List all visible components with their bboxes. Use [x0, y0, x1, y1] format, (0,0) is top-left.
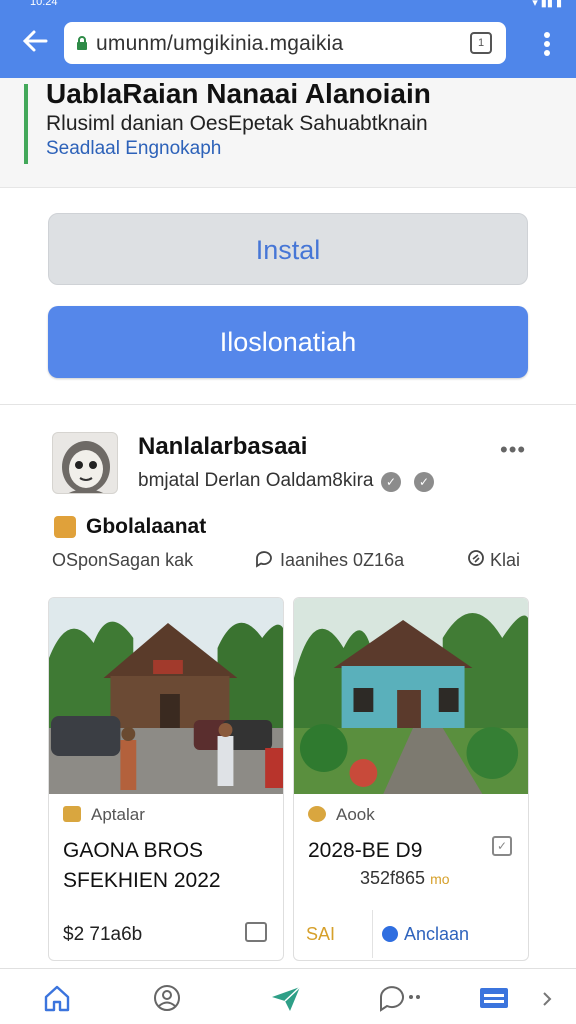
browser-toolbar: umunm/umgikinia.mgaikia 1 [0, 10, 576, 78]
listing-photo [49, 598, 283, 794]
profile-name[interactable]: Nanlalarbasaai [138, 433, 307, 461]
category-icon [308, 806, 326, 822]
section-divider [0, 404, 576, 405]
page-subtitle: Rlusiml danian OesEpetak Sahuabtknain [46, 112, 428, 135]
developer-link[interactable]: Seadlaal Engnokaph [46, 138, 221, 160]
primary-action-button[interactable]: Iloslonatiah [48, 306, 528, 378]
tab-switcher-button[interactable]: 1 [470, 32, 492, 54]
card-amount-value: 352f865 [360, 868, 426, 888]
status-time: 10:24 [30, 0, 58, 8]
lock-icon [76, 36, 88, 50]
back-arrow-icon[interactable] [20, 26, 50, 56]
avatar-illustration [62, 441, 110, 493]
meta-share[interactable]: Klai [490, 550, 520, 571]
address-bar[interactable]: umunm/umgikinia.mgaikia 1 [64, 22, 506, 64]
share-icon [466, 549, 486, 574]
profile-icon[interactable] [152, 983, 184, 1013]
verified-icon: ✓ [414, 472, 434, 492]
bottom-navigation [0, 968, 576, 1024]
card-category: Aook [336, 805, 375, 824]
section-title: Gbolalaanat [86, 515, 207, 538]
meta-comments[interactable]: Iaanihes 0Z16a [280, 550, 404, 571]
avatar[interactable] [52, 432, 118, 494]
send-icon[interactable] [270, 983, 302, 1013]
card-price: $2 71a6b [63, 924, 143, 945]
card-category: Aptalar [91, 805, 145, 824]
accent-rule [24, 84, 28, 164]
calendar-icon[interactable] [245, 922, 267, 942]
sale-label: SAI [306, 924, 336, 944]
status-bar: 10:24 ▾ ▮▮ ▮ [0, 0, 576, 10]
category-icon [63, 806, 81, 822]
listing-card[interactable]: Aptalar GAONA BROS SFEKHIEN 2022 $2 71a6… [48, 597, 284, 961]
more-options-icon[interactable]: ••• [500, 437, 526, 463]
checkbox-icon[interactable]: ✓ [492, 836, 512, 856]
enlist-label: Anclaan [404, 924, 470, 944]
menu-list-icon[interactable] [478, 983, 510, 1013]
card-title: 2028-BE D9 [308, 839, 423, 862]
status-icons: ▾ ▮▮ ▮ [532, 0, 562, 9]
card-title: GAONA BROS SFEKHIEN 2022 [63, 839, 221, 892]
overflow-menu-icon[interactable] [544, 32, 552, 58]
page-title: UablaRaian Nanaai Alanoiain [46, 78, 431, 109]
app-header: UablaRaian Nanaai Alanoiain Rlusiml dani… [0, 78, 576, 188]
listing-photo [294, 598, 528, 794]
back-arrow-svg [22, 30, 48, 52]
card-divider [372, 910, 373, 958]
section-icon [54, 516, 76, 538]
enlist-icon [382, 926, 398, 942]
enlist-button[interactable]: Anclaan [382, 924, 469, 945]
chevron-right-icon[interactable] [540, 983, 556, 1013]
meta-sponsor: OSponSagan kak [52, 550, 194, 570]
home-icon[interactable] [42, 983, 74, 1013]
install-button[interactable]: Instal [48, 213, 528, 285]
verified-icon: ✓ [381, 472, 401, 492]
url-text: umunm/umgikinia.mgaikia [96, 32, 344, 55]
card-amount: 352f865 mo [360, 868, 450, 889]
comment-icon [254, 549, 274, 574]
profile-description: bmjatal Derlan Oaldam8kira [138, 470, 374, 491]
chat-icon[interactable] [378, 983, 424, 1013]
card-amount-unit: mo [430, 871, 450, 887]
listing-card[interactable]: Aook 2028-BE D9 ✓ 352f865 mo SAI Anclaan [293, 597, 529, 961]
